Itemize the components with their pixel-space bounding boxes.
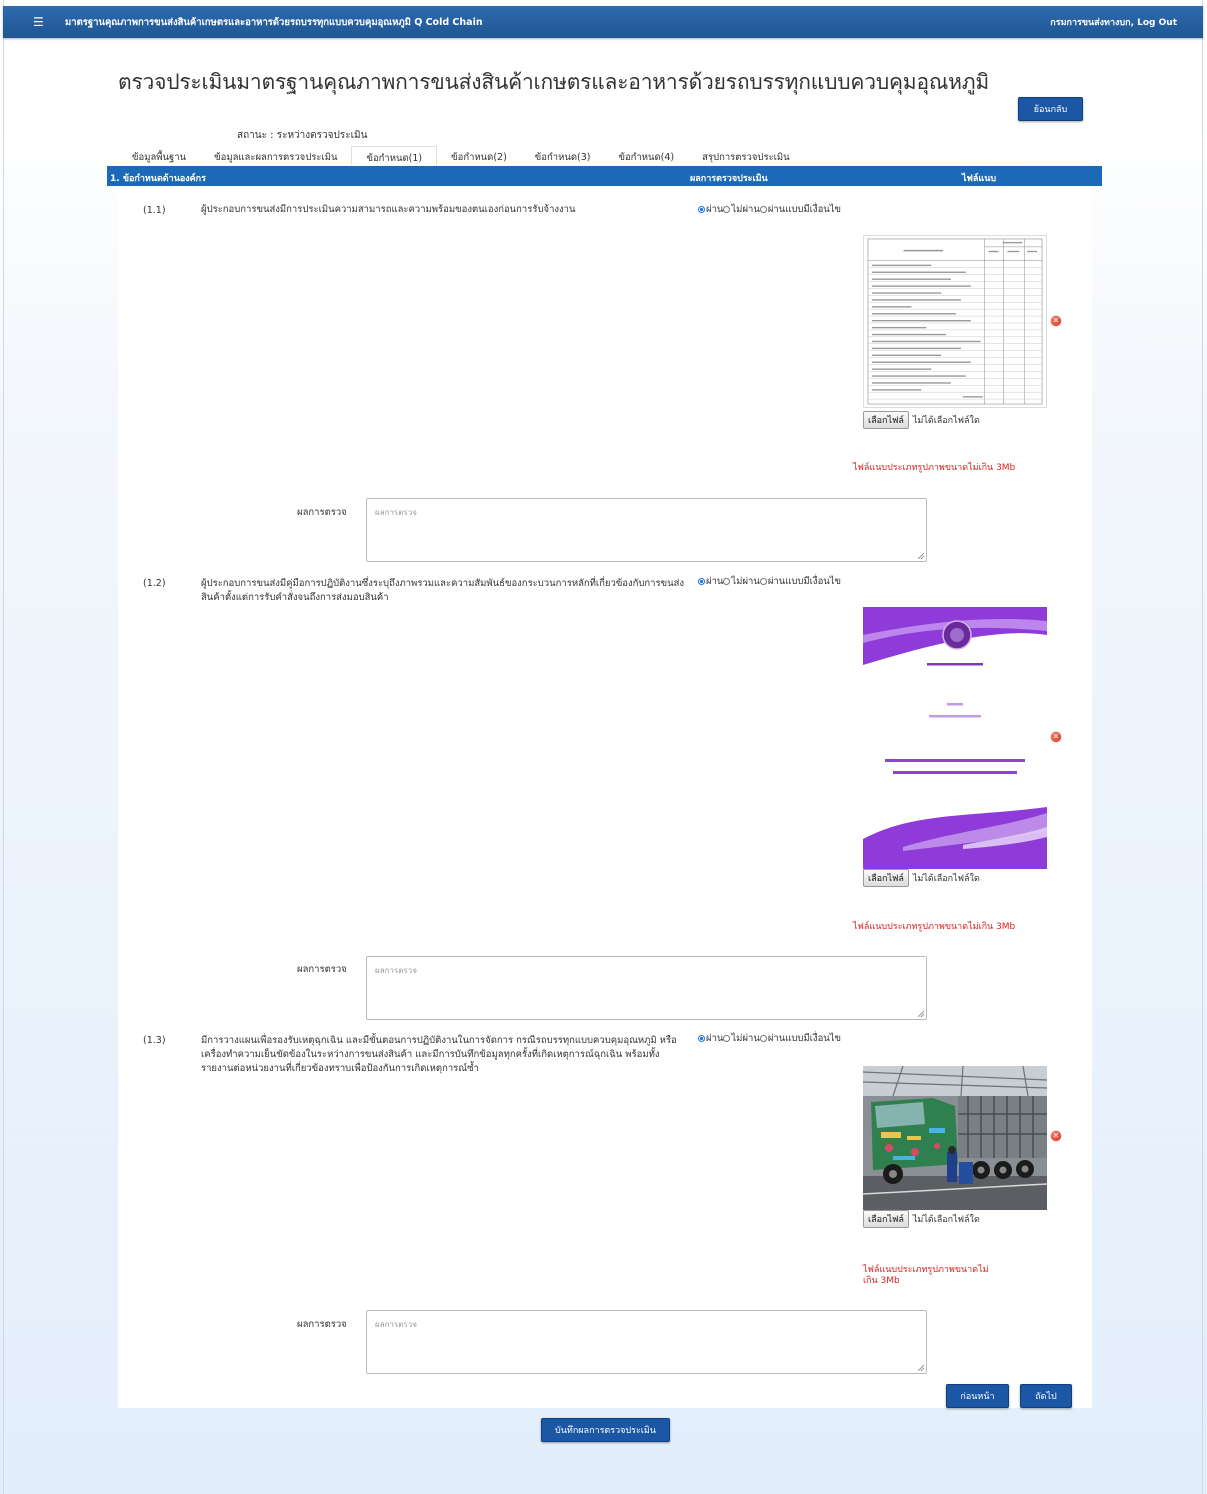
tab-requirement-3[interactable]: ข้อกำหนด(3) <box>521 146 605 164</box>
tab-requirement-2[interactable]: ข้อกำหนด(2) <box>437 146 521 164</box>
page-title: ตรวจประเมินมาตรฐานคุณภาพการขนส่งสินค้าเก… <box>118 70 990 94</box>
radio-conditional[interactable]: ผ่านแบบมีเงื่อนไข <box>759 574 842 589</box>
back-button[interactable]: ย้อนกลับ <box>1018 97 1083 121</box>
choose-file-button[interactable]: เลือกไฟล์ <box>863 869 909 887</box>
radio-dot[interactable] <box>759 206 767 213</box>
radio-label: ผ่าน <box>706 204 724 215</box>
radio-dot[interactable] <box>698 1035 705 1042</box>
resize-grip[interactable] <box>918 1365 924 1371</box>
item-number: (1.2) <box>143 578 166 589</box>
no-file-text: ไม่ได้เลือกไฟล์ใด <box>912 416 980 426</box>
choose-file-button[interactable]: เลือกไฟล์ <box>863 1210 909 1228</box>
radio-dot[interactable] <box>723 1035 731 1042</box>
attachment-thumbnail-truck-photo[interactable] <box>863 1066 1047 1210</box>
item-number: (1.1) <box>143 205 166 216</box>
delete-icon[interactable]: ✕ <box>1051 1131 1061 1141</box>
radio-pass[interactable]: ผ่าน <box>698 1031 723 1046</box>
radio-dot[interactable] <box>723 578 731 585</box>
attachment-thumbnail-manual-cover[interactable] <box>863 607 1047 869</box>
truck-photo-image <box>863 1066 1047 1210</box>
radio-label: ผ่านแบบมีเงื่อนไข <box>767 576 842 587</box>
tab-summary[interactable]: สรุปการตรวจประเมิน <box>688 146 804 164</box>
result-placeholder: ผลการตรวจ <box>375 508 417 517</box>
radio-label: ไม่ผ่าน <box>731 576 760 587</box>
tab-requirement-4[interactable]: ข้อกำหนด(4) <box>604 146 688 164</box>
section-header: 1. ข้อกำหนดด้านองค์กร ผลการตรวจประเมิน ไ… <box>107 166 1102 186</box>
radio-conditional[interactable]: ผ่านแบบมีเงื่อนไข <box>759 202 842 217</box>
status-text: สถานะ : ระหว่างตรวจประเมิน <box>237 130 368 141</box>
radio-label: ผ่านแบบมีเงื่อนไข <box>767 204 842 215</box>
user-area: กรมการขนส่งทางบก, Log Out <box>1050 18 1177 28</box>
radio-dot[interactable] <box>759 578 767 585</box>
file-size-note: ไฟล์แนบประเภทรูปภาพขนาดไม่เกิน 3Mb <box>853 922 1016 932</box>
radio-dot[interactable] <box>698 578 705 585</box>
hamburger-icon[interactable]: ☰ <box>33 15 53 29</box>
radio-pass[interactable]: ผ่าน <box>698 202 723 217</box>
radio-label: ผ่านแบบมีเงื่อนไข <box>767 1033 842 1044</box>
radio-conditional[interactable]: ผ่านแบบมีเงื่อนไข <box>759 1031 842 1046</box>
next-button[interactable]: ถัดไป <box>1020 1384 1072 1408</box>
column-attachment-header: ไฟล์แนบ <box>962 174 997 184</box>
delete-icon[interactable]: ✕ <box>1051 732 1061 742</box>
file-picker[interactable]: เลือกไฟล์ ไม่ได้เลือกไฟล์ใด <box>863 411 980 429</box>
radio-label: ผ่าน <box>706 1033 724 1044</box>
resize-grip[interactable] <box>918 1011 924 1017</box>
tab-assessment-info[interactable]: ข้อมูลและผลการตรวจประเมิน <box>200 146 351 164</box>
file-size-note: ไฟล์แนบประเภทรูปภาพขนาดไม่เกิน 3Mb <box>863 1265 989 1286</box>
result-radio-group: ผ่าน ไม่ผ่าน ผ่านแบบมีเงื่อนไข <box>698 202 841 217</box>
radio-dot[interactable] <box>698 206 705 213</box>
radio-dot[interactable] <box>723 206 731 213</box>
radio-pass[interactable]: ผ่าน <box>698 574 723 589</box>
result-label: ผลการตรวจ <box>297 964 347 975</box>
radio-fail[interactable]: ไม่ผ่าน <box>723 202 760 217</box>
manual-cover-image <box>863 607 1047 869</box>
result-textarea[interactable]: ผลการตรวจ <box>366 1310 927 1374</box>
resize-grip[interactable] <box>918 553 924 559</box>
result-placeholder: ผลการตรวจ <box>375 966 417 975</box>
save-assessment-button[interactable]: บันทึกผลการตรวจประเมิน <box>541 1418 670 1442</box>
result-textarea[interactable]: ผลการตรวจ <box>366 498 927 562</box>
result-radio-group: ผ่าน ไม่ผ่าน ผ่านแบบมีเงื่อนไข <box>698 1031 841 1046</box>
top-navbar: ☰ มาตรฐานคุณภาพการขนส่งสินค้าเกษตรและอาห… <box>3 6 1203 38</box>
radio-fail[interactable]: ไม่ผ่าน <box>723 574 760 589</box>
delete-icon[interactable]: ✕ <box>1051 316 1061 326</box>
user-link[interactable]: กรมการขนส่งทางบก <box>1050 18 1130 28</box>
item-number: (1.3) <box>143 1035 166 1046</box>
result-radio-group: ผ่าน ไม่ผ่าน ผ่านแบบมีเงื่อนไข <box>698 574 841 589</box>
attachment-thumbnail-document[interactable] <box>863 235 1047 408</box>
document-table-image <box>867 238 1043 405</box>
tab-requirement-1[interactable]: ข้อกำหนด(1) <box>351 146 438 165</box>
previous-button[interactable]: ก่อนหน้า <box>946 1384 1009 1408</box>
tab-bar: ข้อมูลพื้นฐาน ข้อมูลและผลการตรวจประเมิน … <box>118 146 804 165</box>
result-label: ผลการตรวจ <box>297 1319 347 1330</box>
no-file-text: ไม่ได้เลือกไฟล์ใด <box>912 874 980 884</box>
tab-basic-info[interactable]: ข้อมูลพื้นฐาน <box>118 146 200 164</box>
no-file-text: ไม่ได้เลือกไฟล์ใด <box>912 1215 980 1225</box>
radio-fail[interactable]: ไม่ผ่าน <box>723 1031 760 1046</box>
file-picker[interactable]: เลือกไฟล์ ไม่ได้เลือกไฟล์ใด <box>863 1210 980 1228</box>
item-text: ผู้ประกอบการขนส่งมีการประเมินความสามารถแ… <box>201 204 576 215</box>
choose-file-button[interactable]: เลือกไฟล์ <box>863 411 909 429</box>
radio-label: ไม่ผ่าน <box>731 1033 760 1044</box>
file-picker[interactable]: เลือกไฟล์ ไม่ได้เลือกไฟล์ใด <box>863 869 980 887</box>
app-title[interactable]: มาตรฐานคุณภาพการขนส่งสินค้าเกษตรและอาหาร… <box>65 15 483 30</box>
radio-dot[interactable] <box>759 1035 767 1042</box>
item-text: ผู้ประกอบการขนส่งมีคู่มือการปฏิบัติงานซึ… <box>201 578 685 603</box>
logout-link[interactable]: Log Out <box>1137 18 1177 28</box>
section-title: 1. ข้อกำหนดด้านองค์กร <box>110 174 206 184</box>
radio-label: ไม่ผ่าน <box>731 204 760 215</box>
file-size-note: ไฟล์แนบประเภทรูปภาพขนาดไม่เกิน 3Mb <box>853 463 1016 473</box>
item-text: มีการวางแผนเพื่อรองรับเหตุฉุกเฉิน และมีข… <box>201 1035 677 1074</box>
result-textarea[interactable]: ผลการตรวจ <box>366 956 927 1020</box>
radio-label: ผ่าน <box>706 576 724 587</box>
result-label: ผลการตรวจ <box>297 507 347 518</box>
column-result-header: ผลการตรวจประเมิน <box>690 174 768 184</box>
result-placeholder: ผลการตรวจ <box>375 1320 417 1329</box>
